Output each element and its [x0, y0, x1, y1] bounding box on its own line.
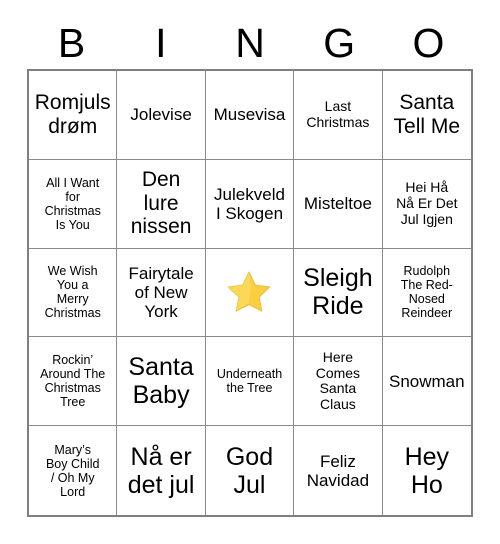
bingo-cell[interactable]: Last Christmas: [294, 71, 383, 160]
bingo-cell-label: Mary’s Boy Child / Oh My Lord: [45, 442, 100, 499]
bingo-cell-label: Julekveld I Skogen: [214, 184, 285, 223]
bingo-cell-label: Last Christmas: [306, 98, 370, 130]
header-letter-g: G: [323, 19, 356, 66]
bingo-cell[interactable]: Here Comes Santa Claus: [294, 337, 383, 427]
bingo-cell-label: Underneath the Tree: [216, 367, 283, 396]
header-letter-o: O: [412, 19, 445, 66]
bingo-cell[interactable]: Den lure nissen: [117, 159, 206, 249]
bingo-card: B I N G O Romjuls drøm Jolevise Musevisa Las…: [0, 0, 500, 544]
bingo-cell-label: Hei Hå Nå Er Det Jul Igjen: [396, 179, 458, 227]
bingo-cell-label: Musevisa: [213, 105, 286, 125]
bingo-cell[interactable]: Misteltoe: [294, 159, 383, 249]
bingo-cell-label: We Wish You a Merry Christmas: [44, 264, 101, 321]
bingo-cell-label: Misteltoe: [303, 194, 372, 214]
bingo-cell-label: Rudolph The Red- Nosed Reindeer: [400, 264, 453, 321]
bingo-cell[interactable]: Hey Ho: [382, 426, 471, 515]
bingo-cell-label: Hey Ho: [404, 442, 450, 499]
bingo-cell[interactable]: Rockin’ Around The Christmas Tree: [29, 337, 118, 427]
bingo-cell[interactable]: Mary’s Boy Child / Oh My Lord: [29, 426, 118, 515]
bingo-cell[interactable]: Nå er det jul: [117, 426, 206, 515]
bingo-cell[interactable]: Hei Hå Nå Er Det Jul Igjen: [382, 159, 471, 249]
bingo-cell[interactable]: God Jul: [205, 426, 295, 515]
bingo-grid: Romjuls drøm Jolevise Musevisa Last Christmas…: [27, 69, 473, 517]
bingo-header-letters: B I N G O: [27, 18, 473, 68]
bingo-cell-label: Sleigh Ride: [303, 264, 373, 321]
bingo-cell[interactable]: We Wish You a Merry Christmas: [29, 248, 118, 338]
bingo-cell-label: Santa Tell Me: [393, 91, 461, 138]
bingo-cell-label: Here Comes Santa Claus: [315, 348, 361, 412]
bingo-cell[interactable]: All I Want for Christmas Is You: [29, 159, 118, 249]
star-icon: [228, 272, 271, 313]
header-letter-i: I: [155, 19, 167, 66]
bingo-cell[interactable]: Santa Baby: [117, 337, 206, 427]
bingo-cell-label: Fairytale of New York: [128, 263, 194, 321]
bingo-cell[interactable]: Rudolph The Red- Nosed Reindeer: [382, 248, 471, 338]
bingo-cell-label: God Jul: [225, 442, 274, 499]
bingo-cell[interactable]: Musevisa: [205, 71, 295, 160]
bingo-cell[interactable]: Feliz Navidad: [294, 426, 383, 515]
bingo-cell[interactable]: Julekveld I Skogen: [205, 159, 295, 249]
bingo-cell[interactable]: Sleigh Ride: [294, 248, 383, 338]
free-space-marker: [209, 251, 290, 335]
bingo-cell-label: Den lure nissen: [130, 168, 192, 239]
bingo-cell-label: Snowman: [388, 371, 465, 391]
bingo-cell[interactable]: Santa Tell Me: [382, 71, 471, 160]
bingo-cell[interactable]: Jolevise: [117, 71, 206, 160]
bingo-cell[interactable]: Snowman: [382, 337, 471, 427]
bingo-cell-free-space[interactable]: [205, 248, 295, 338]
bingo-cell-label: Santa Baby: [128, 353, 194, 410]
bingo-cell[interactable]: Romjuls drøm: [29, 71, 118, 160]
bingo-cell-label: Romjuls drøm: [34, 91, 111, 138]
bingo-cell-label: All I Want for Christmas Is You: [44, 175, 101, 232]
bingo-cell[interactable]: Underneath the Tree: [205, 337, 295, 427]
bingo-cell-label: Jolevise: [130, 105, 192, 125]
bingo-cell[interactable]: Fairytale of New York: [117, 248, 206, 338]
bingo-cell-label: Feliz Navidad: [306, 451, 370, 490]
header-letter-n: N: [235, 19, 265, 66]
bingo-cell-label: Rockin’ Around The Christmas Tree: [40, 353, 106, 410]
bingo-cell-label: Nå er det jul: [127, 442, 195, 499]
header-letter-b: B: [57, 19, 86, 66]
